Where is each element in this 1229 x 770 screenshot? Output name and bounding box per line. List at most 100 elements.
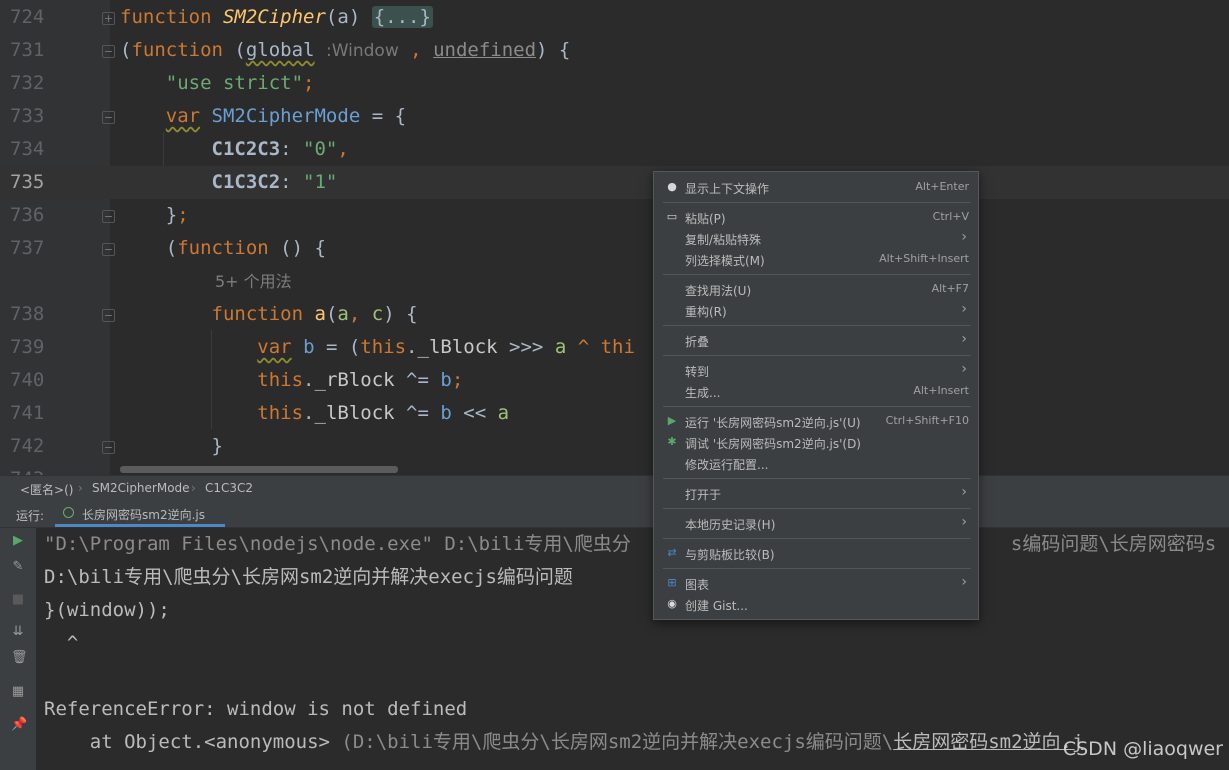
param: undefined <box>433 39 537 61</box>
menu-item-folding[interactable]: 折叠 › <box>654 330 978 351</box>
menu-item-modify-run-config[interactable]: 修改运行配置... <box>654 453 978 474</box>
run-toolwindow-header: 运行: 长房网密码sm2逆向.js <box>0 500 1229 528</box>
breadcrumb-item[interactable]: C1C3C2 <box>205 481 253 495</box>
layout-icon[interactable]: ▦ <box>11 685 25 699</box>
usages-hint[interactable]: 5+ 个用法 <box>215 272 292 291</box>
object-key: C1C2C3 <box>211 138 281 160</box>
code-line: 741 this._lBlock ^= b << a <box>0 397 1229 430</box>
run-icon: ▶ <box>667 414 677 427</box>
menu-item-create-gist[interactable]: ◉ 创建 Gist... <box>654 594 978 615</box>
rerun-icon[interactable]: ▶ <box>11 534 25 548</box>
menu-item-paste[interactable]: ▭ 粘贴(P) Ctrl+V <box>654 207 978 228</box>
variable-ref: b <box>440 369 452 391</box>
fold-end-icon[interactable]: − <box>102 441 115 454</box>
menu-item-diagrams[interactable]: ⊞ 图表 › <box>654 573 978 594</box>
menu-item-column-selection[interactable]: 列选择模式(M) Alt+Shift+Insert <box>654 249 978 270</box>
scroll-to-end-icon[interactable]: ⇊ <box>11 625 25 639</box>
param: a <box>337 6 349 28</box>
line-number: 743 <box>10 463 70 475</box>
menu-item-goto[interactable]: 转到 › <box>654 360 978 381</box>
keyword: function <box>177 237 269 259</box>
fold-end-icon[interactable]: − <box>102 210 115 223</box>
line-number: 731 <box>10 39 45 61</box>
fold-collapse-icon[interactable]: − <box>102 111 115 124</box>
line-number: 740 <box>10 369 45 391</box>
file-link[interactable]: 长房网密码sm2逆向.j <box>893 731 1083 753</box>
menu-item-local-history[interactable]: 本地历史记录(H) › <box>654 513 978 534</box>
line-number: 724 <box>10 6 45 28</box>
code-line: 738 − function a(a, c) { <box>0 298 1229 331</box>
watermark: CSDN @liaoqwer <box>1062 738 1223 760</box>
line-number: 734 <box>10 138 45 160</box>
clipboard-icon: ▭ <box>666 210 678 223</box>
code-line: 737 − (function () { <box>0 232 1229 265</box>
fold-collapse-icon[interactable]: − <box>102 45 115 58</box>
menu-item-copy-paste-special[interactable]: 复制/粘贴特殊 › <box>654 228 978 249</box>
menu-item-open-in[interactable]: 打开于 › <box>654 483 978 504</box>
line-number: 736 <box>10 204 45 226</box>
console-stack-line: at Object.<anonymous> (D:\bili专用\爬虫分\长房网… <box>44 731 1084 753</box>
code-line: 740 this._rBlock ^= b; <box>0 364 1229 397</box>
submenu-arrow-icon: › <box>961 574 967 590</box>
variable-name: SM2CipherMode <box>211 105 361 127</box>
menu-item-show-context-actions[interactable]: ● 显示上下文操作 Alt+Enter <box>654 177 978 198</box>
breadcrumb-item[interactable]: <匿名>() <box>20 481 73 498</box>
nodejs-icon <box>63 507 74 518</box>
wrench-icon[interactable]: ✎ <box>11 560 25 574</box>
menu-item-refactor[interactable]: 重构(R) › <box>654 300 978 321</box>
line-number: 741 <box>10 402 45 424</box>
keyword: var <box>165 105 201 127</box>
stop-icon[interactable]: ■ <box>11 593 25 607</box>
menu-item-run[interactable]: ▶ 运行 '长房网密码sm2逆向.js'(U) Ctrl+Shift+F10 <box>654 411 978 432</box>
horizontal-scrollbar[interactable] <box>120 466 398 473</box>
fold-expand-icon[interactable]: + <box>102 12 115 25</box>
code-editor[interactable]: 724 + function SM2Cipher(a) {...} 731 − … <box>0 0 1229 475</box>
bulb-icon: ● <box>667 180 677 193</box>
string-literal: "0" <box>303 138 338 160</box>
line-number: 737 <box>10 237 45 259</box>
code-line: 5+ 个用法 <box>0 265 1229 298</box>
run-label: 运行: <box>16 509 45 523</box>
line-number: 733 <box>10 105 45 127</box>
menu-item-generate[interactable]: 生成... Alt+Insert <box>654 381 978 402</box>
string-literal: "use strict" <box>165 72 304 94</box>
param: a <box>337 303 349 325</box>
type-hint: :Window <box>325 41 399 61</box>
variable-ref: b <box>440 402 452 424</box>
diagram-icon: ⊞ <box>667 576 677 589</box>
run-tab[interactable]: 长房网密码sm2逆向.js <box>55 500 225 527</box>
fold-collapse-icon[interactable]: − <box>102 243 115 256</box>
variable-name: b <box>303 336 315 358</box>
code-line: 732 "use strict"; <box>0 67 1229 100</box>
code-line: 736 − }; <box>0 199 1229 232</box>
pin-icon[interactable]: 📌 <box>11 718 27 732</box>
line-number: 735 <box>10 171 45 193</box>
menu-item-debug[interactable]: ✱ 调试 '长房网密码sm2逆向.js'(D) <box>654 432 978 453</box>
keyword: this <box>360 336 407 358</box>
property: _lBlock <box>417 336 498 358</box>
string-literal: "1" <box>303 171 338 193</box>
submenu-arrow-icon: › <box>961 514 967 530</box>
console-line: "D:\Program Files\nodejs\node.exe" D:\bi… <box>44 533 1217 555</box>
property: _rBlock <box>314 369 395 391</box>
folded-block[interactable]: {...} <box>371 6 433 28</box>
param: a <box>497 402 510 424</box>
console-line: ^ <box>44 632 79 654</box>
github-icon: ◉ <box>667 597 677 610</box>
breadcrumb: <匿名>() › SM2CipherMode › C1C3C2 <box>0 475 1229 500</box>
submenu-arrow-icon: › <box>961 484 967 500</box>
submenu-arrow-icon: › <box>961 229 967 245</box>
run-console[interactable]: ▶ ✎ ■ ⇊ 🗑 ▦ 📌 "D:\Program Files\nodejs\n… <box>0 528 1229 770</box>
submenu-arrow-icon: › <box>961 301 967 317</box>
menu-item-compare-clipboard[interactable]: ⇄ 与剪贴板比较(B) <box>654 543 978 564</box>
trash-icon[interactable]: 🗑 <box>11 651 28 665</box>
line-number: 742 <box>10 435 45 457</box>
run-tab-label: 长房网密码sm2逆向.js <box>82 508 205 522</box>
breadcrumb-item[interactable]: SM2CipherMode <box>92 481 190 495</box>
console-toolbar: ▶ ✎ ■ ⇊ 🗑 ▦ 📌 <box>0 528 36 770</box>
menu-item-find-usages[interactable]: 查找用法(U) Alt+F7 <box>654 279 978 300</box>
keyword: function <box>131 39 223 61</box>
fold-collapse-icon[interactable]: − <box>102 309 115 322</box>
keyword: this <box>257 402 304 424</box>
line-number: 739 <box>10 336 45 358</box>
